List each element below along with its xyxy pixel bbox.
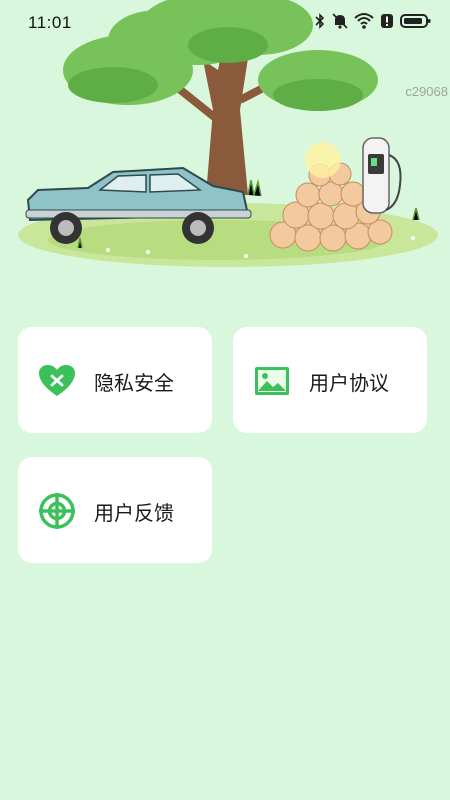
privacy-security-button[interactable]: 隐私安全 — [18, 327, 212, 433]
user-agreement-label: 用户协议 — [309, 371, 389, 395]
user-feedback-label: 用户反馈 — [94, 501, 174, 525]
target-icon — [38, 493, 76, 529]
user-agreement-button[interactable]: 用户协议 — [233, 327, 427, 433]
hero-illustration — [18, 0, 438, 270]
privacy-security-label: 隐私安全 — [94, 371, 174, 395]
user-feedback-button[interactable]: 用户反馈 — [18, 457, 212, 563]
image-icon — [253, 364, 291, 398]
heart-icon — [38, 364, 76, 398]
